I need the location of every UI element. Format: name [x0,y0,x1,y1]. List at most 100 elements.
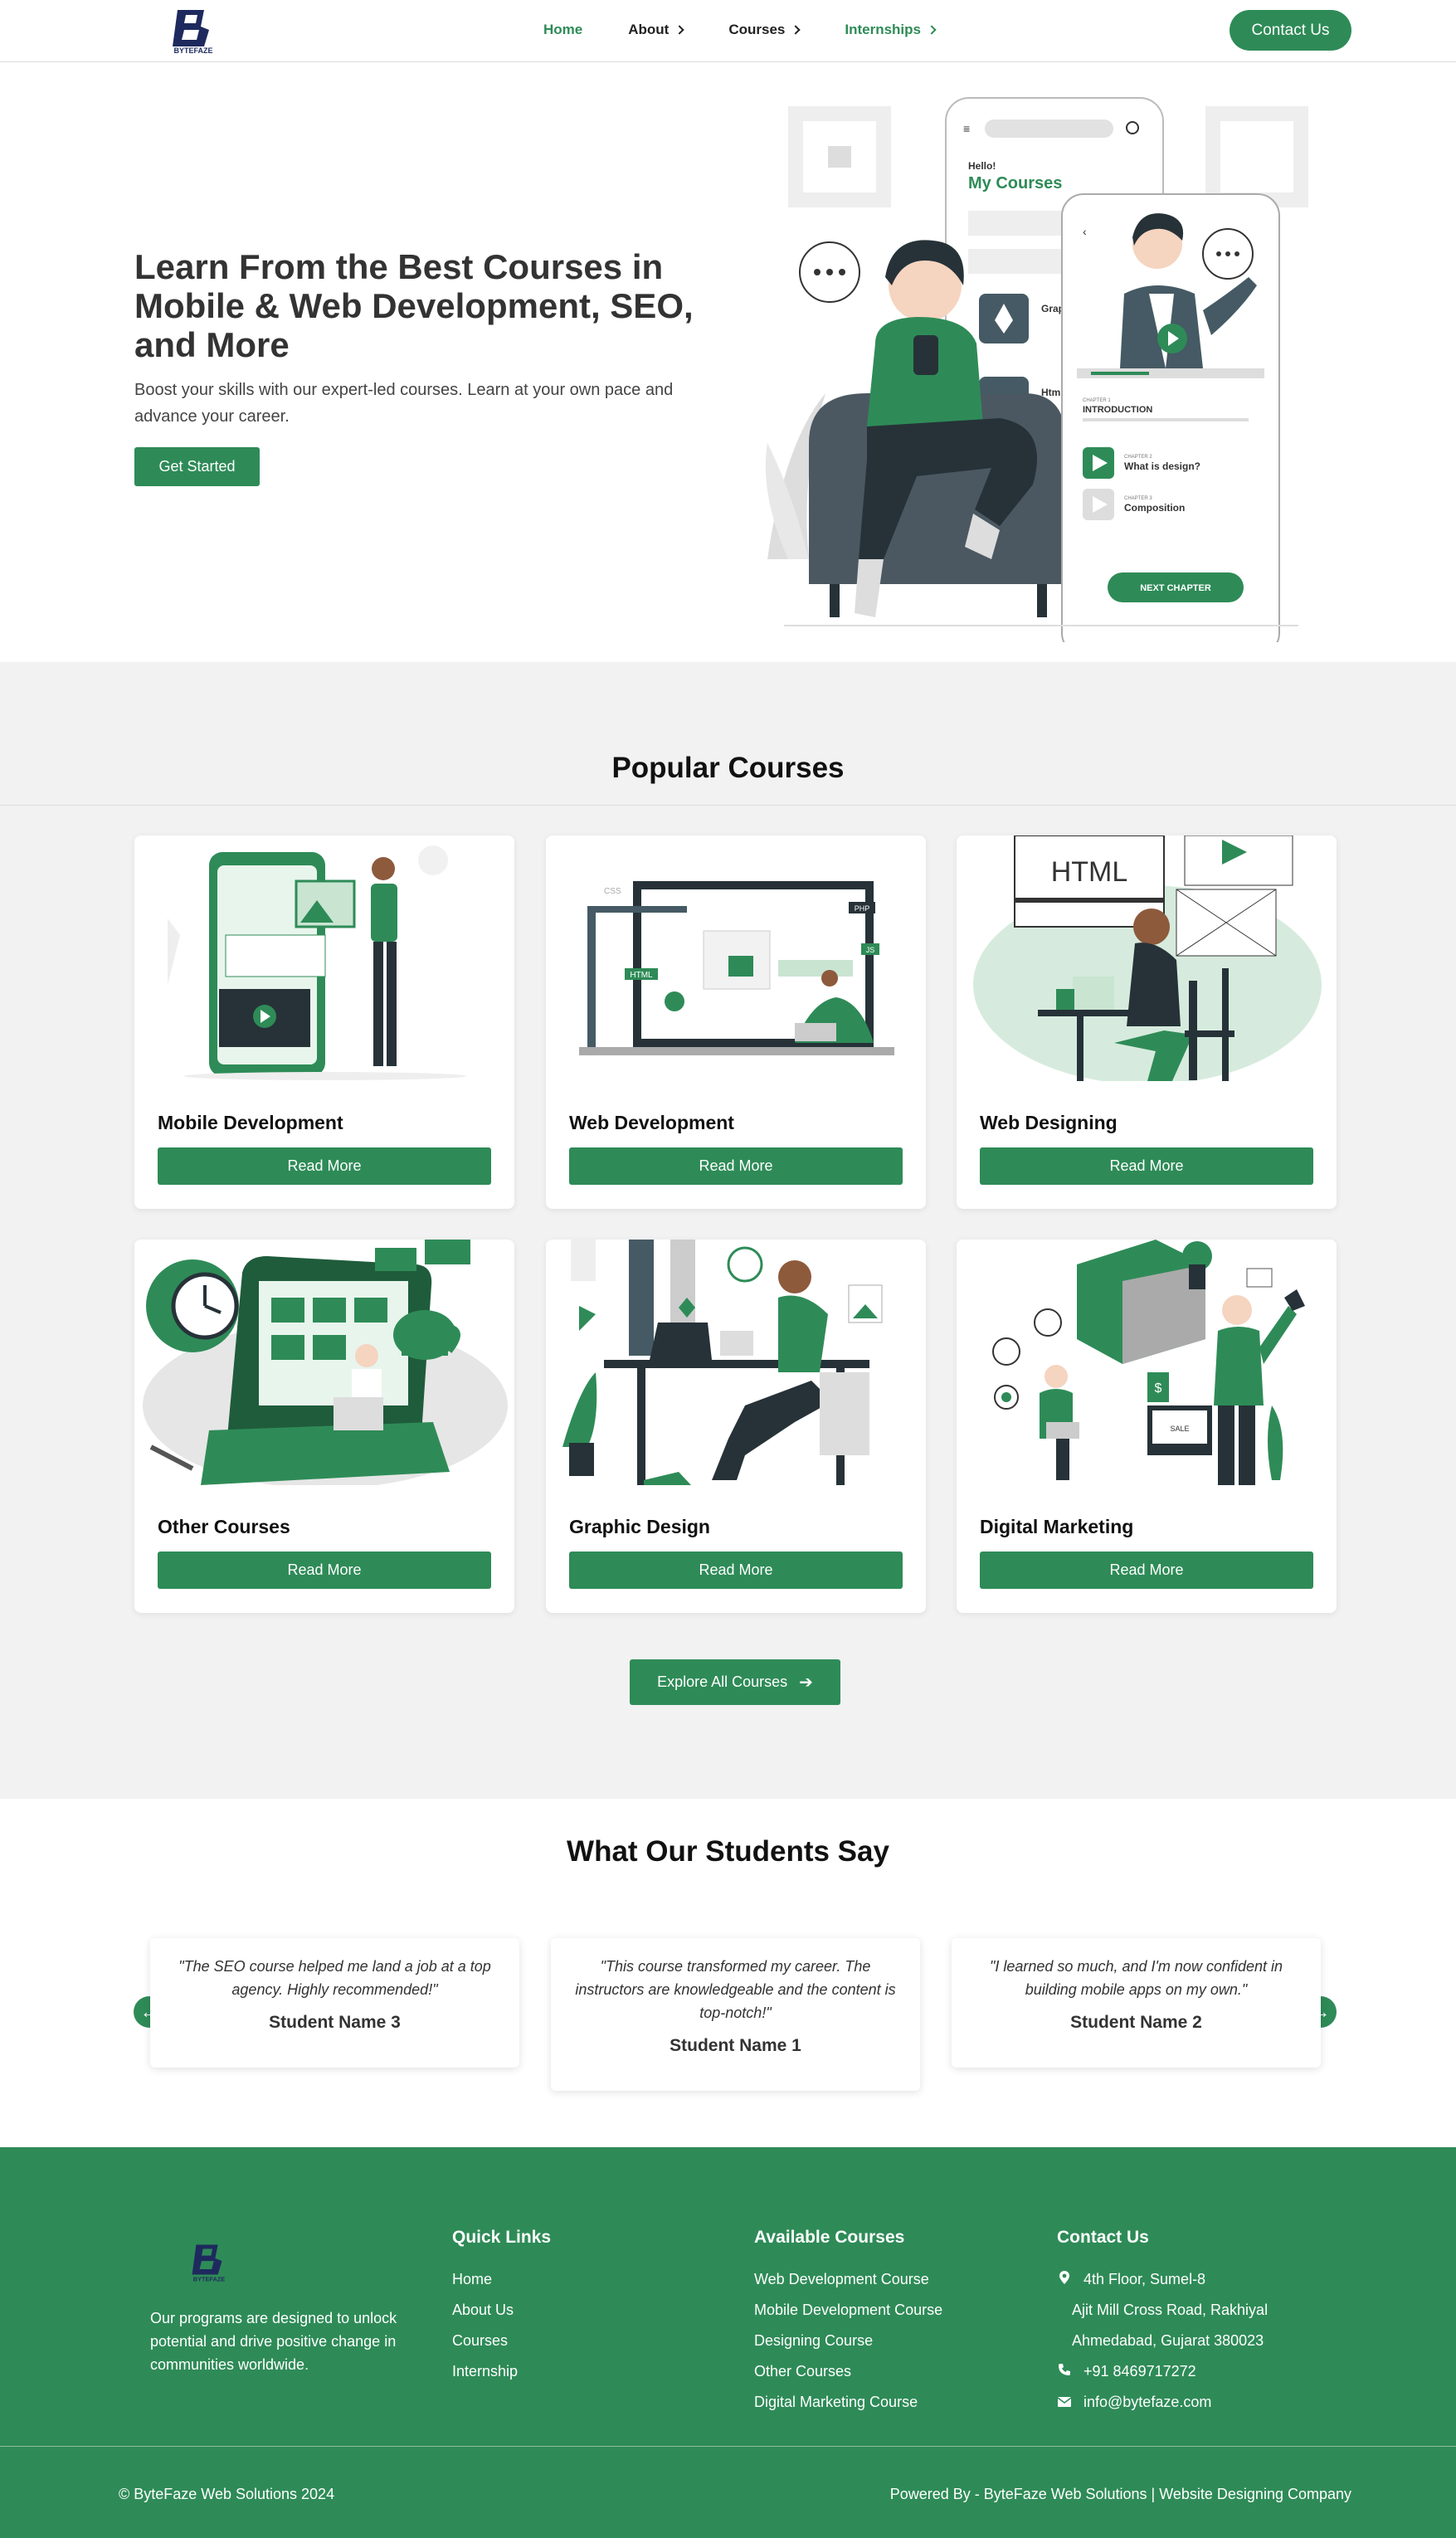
testimonials-title: What Our Students Say [567,1835,889,1868]
svg-text:JS: JS [866,946,875,954]
svg-text:HTML: HTML [630,971,653,980]
address-line: Ajit Mill Cross Road, Rakhiyal [1072,2302,1269,2318]
svg-text:NEXT CHAPTER: NEXT CHAPTER [1140,583,1211,593]
nav-internships[interactable]: Internships [845,22,937,38]
svg-text:CHAPTER 3: CHAPTER 3 [1124,496,1152,501]
laptop-illustration [134,1240,514,1485]
svg-text:INTRODUCTION: INTRODUCTION [1083,405,1152,415]
nav-courses[interactable]: Courses [728,22,801,38]
arrow-right-icon: ➔ [799,1673,813,1692]
hero-title: Learn From the Best Courses in Mobile & … [134,247,694,364]
course-title: Graphic Design [569,1516,710,1537]
svg-text:$: $ [1155,1381,1162,1396]
phone-line[interactable]: +91 8469717272 [1057,2356,1268,2387]
svg-text:Grap: Grap [1041,303,1064,314]
svg-text:≡: ≡ [963,122,970,135]
footer-course-link[interactable]: Digital Marketing Course [754,2387,942,2418]
footer-course-link[interactable]: Web Development Course [754,2264,942,2295]
explore-all-courses-button[interactable]: Explore All Courses ➔ [630,1659,840,1705]
course-card-mobile-development: Mobile Development Read More [134,835,514,1209]
testimonial-quote: "I learned so much, and I'm now confiden… [989,1958,1283,1998]
nav-about[interactable]: About [628,22,684,38]
hero-subtitle: Boost your skills with our expert-led co… [134,381,674,426]
footer: BYTEFAZE Our programs are designed to un… [0,2147,1456,2538]
nav-links: Home About Courses Internships [543,22,981,38]
testimonial-quote: "This course transformed my career. The … [575,1958,896,2021]
bytefaze-logo[interactable]: BYTEFAZE [166,5,221,56]
copyright-text: © ByteFaze Web Solutions 2024 [119,2486,335,2502]
digital-marketing-illustration: $ SALE [957,1240,1337,1485]
footer-course-link[interactable]: Designing Course [754,2326,942,2356]
footer-link-home[interactable]: Home [452,2264,551,2295]
powered-by-text[interactable]: Powered By - ByteFaze Web Solutions | We… [890,2486,1351,2503]
svg-text:CHAPTER 1: CHAPTER 1 [1083,398,1111,403]
read-more-button[interactable]: Read More [980,1552,1313,1589]
phone-icon [1057,2356,1072,2387]
svg-text:BYTEFAZE: BYTEFAZE [193,2276,226,2283]
footer-quick-links: Quick Links Home About Us Courses Intern… [452,2228,551,2387]
testimonial-card: "I learned so much, and I'm now confiden… [952,1938,1321,2068]
popular-courses-section [0,662,1456,1799]
course-title: Web Development [569,1112,734,1133]
location-pin-icon [1057,2264,1072,2295]
read-more-button[interactable]: Read More [980,1147,1313,1185]
course-card-other-courses: Other Courses Read More [134,1240,514,1613]
footer-divider [0,2446,1456,2447]
footer-about-text: Our programs are designed to unlock pote… [150,2310,397,2373]
read-more-button[interactable]: Read More [569,1552,903,1589]
email-line[interactable]: info@bytefaze.com [1057,2387,1268,2418]
read-more-button[interactable]: Read More [569,1147,903,1185]
testimonial-card: "The SEO course helped me land a job at … [150,1938,519,2068]
footer-link-about[interactable]: About Us [452,2295,551,2326]
top-navbar: BYTEFAZE Home About Courses Internships … [0,0,1456,62]
student-name: Student Name 1 [670,2036,801,2055]
course-title: Digital Marketing [980,1516,1134,1537]
testimonial-card: "This course transformed my career. The … [551,1938,920,2091]
contact-us-button[interactable]: Contact Us [1230,10,1351,51]
envelope-icon [1057,2387,1072,2418]
footer-contact: Contact Us 4th Floor, Sumel-8 Ajit Mill … [1057,2228,1268,2418]
read-more-button[interactable]: Read More [158,1552,491,1589]
footer-link-internship[interactable]: Internship [452,2356,551,2387]
course-card-digital-marketing: $ SALE Digital Marketing Read More [957,1240,1337,1613]
course-title: Web Designing [980,1112,1118,1133]
course-card-web-development: HTML PHP JS CSS Web Development Read Mor… [546,835,926,1209]
footer-course-link[interactable]: Other Courses [754,2356,942,2387]
svg-text:HTML: HTML [1051,856,1128,888]
address-line: Ahmedabad, Gujarat 380023 [1072,2332,1264,2349]
explore-label: Explore All Courses [657,1673,788,1690]
chevron-right-icon [927,25,937,35]
popular-courses-title: Popular Courses [611,752,845,784]
svg-text:SALE: SALE [1170,1425,1189,1433]
get-started-button[interactable]: Get Started [134,447,260,486]
student-name: Student Name 3 [269,2013,401,2032]
footer-course-link[interactable]: Mobile Development Course [754,2295,942,2326]
footer-available-courses: Available Courses Web Development Course… [754,2228,942,2418]
hero-section: Learn From the Best Courses in Mobile & … [0,63,1456,662]
section-divider [0,805,1456,806]
footer-logo[interactable]: BYTEFAZE [187,2240,231,2283]
hero-illustration: ≡ Hello! My Courses Grap Htm ‹ CHAPTER 1… [765,97,1308,642]
svg-text:Composition: Composition [1124,502,1185,514]
chevron-right-icon [791,25,801,35]
svg-text:CHAPTER 2: CHAPTER 2 [1124,455,1152,460]
course-title: Mobile Development [158,1112,343,1133]
svg-text:What is design?: What is design? [1124,460,1200,472]
svg-text:‹: ‹ [1083,225,1087,238]
testimonial-quote: "The SEO course helped me land a job at … [178,1958,491,1998]
nav-home[interactable]: Home [543,22,582,38]
available-courses-heading: Available Courses [754,2228,905,2247]
footer-link-courses[interactable]: Courses [452,2326,551,2356]
svg-text:BYTEFAZE: BYTEFAZE [173,46,212,55]
graphic-design-illustration [546,1240,926,1485]
web-dev-illustration: HTML PHP JS CSS [546,835,926,1081]
mobile-dev-illustration [134,835,514,1081]
chevron-right-icon [674,25,684,35]
svg-text:My Courses: My Courses [968,174,1062,192]
address-line: 4th Floor, Sumel-8 [1057,2264,1268,2295]
read-more-button[interactable]: Read More [158,1147,491,1185]
quick-links-heading: Quick Links [452,2228,552,2247]
course-title: Other Courses [158,1516,290,1537]
web-design-illustration: HTML [957,835,1337,1081]
svg-text:Hello!: Hello! [968,160,996,172]
